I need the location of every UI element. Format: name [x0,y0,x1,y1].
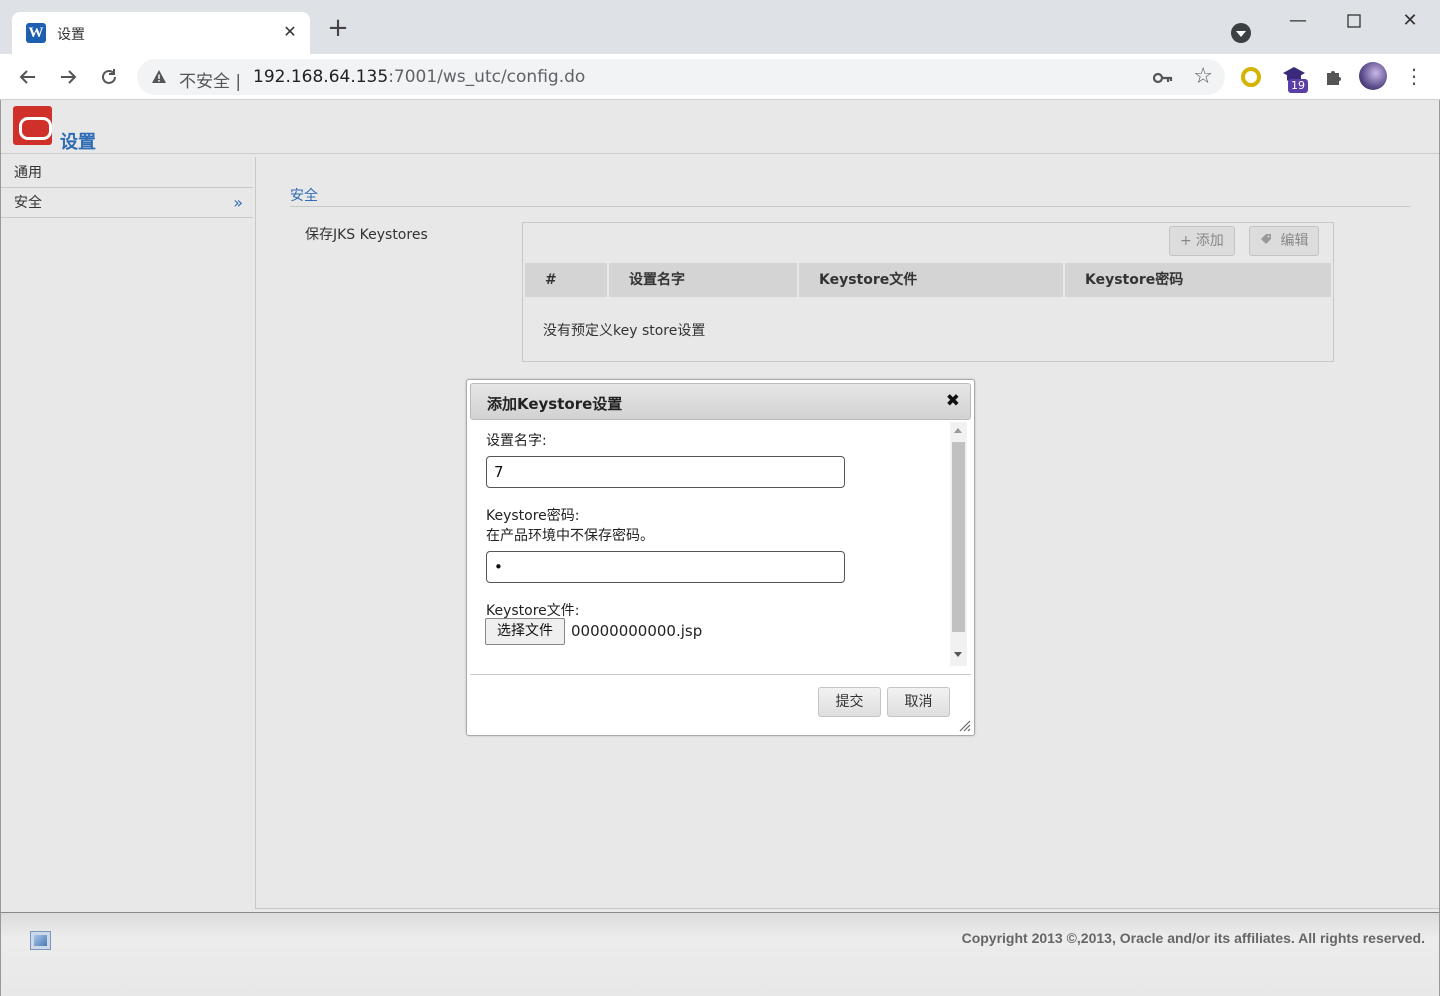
app-header: 设置 [1,100,1439,154]
copyright-text: Copyright 2013 ©,2013, Oracle and/or its… [961,930,1425,946]
scroll-thumb[interactable] [952,442,965,632]
column-header[interactable]: Keystore密码 [1065,263,1331,297]
browser-tab-strip: W 设置 ✕ + — ✕ [0,0,1440,54]
sidebar-item-general[interactable]: 通用 [1,158,253,188]
profile-avatar[interactable] [1359,62,1387,90]
address-bar[interactable]: 不安全 | 192.168.64.135:7001/ws_utc/config.… [137,59,1225,95]
footer: Copyright 2013 ©,2013, Oracle and/or its… [1,912,1439,996]
column-header[interactable]: # [525,263,609,297]
sidebar-item-label: 通用 [14,165,42,181]
add-keystore-dialog: 添加Keystore设置 ✖ 设置名字: 7 Keystore密码: 在产品环境… [466,379,975,736]
cancel-button[interactable]: 取消 [887,687,950,717]
scroll-up-icon[interactable] [954,428,962,433]
insecure-label: 不安全 | [179,72,242,92]
name-input[interactable]: 7 [486,456,845,488]
dialog-title: 添加Keystore设置 [487,395,623,413]
dialog-titlebar[interactable]: 添加Keystore设置 ✖ [470,383,971,420]
forward-icon[interactable] [54,63,82,91]
section-title: 安全 [290,188,318,204]
divider [290,206,1410,207]
choose-file-button[interactable]: 选择文件 [485,618,565,645]
window-close-icon[interactable]: ✕ [1390,6,1430,36]
submit-button[interactable]: 提交 [818,687,881,717]
sidebar-item-security[interactable]: 安全 » [1,188,253,218]
password-label: Keystore密码: [486,508,580,524]
scroll-down-icon[interactable] [954,652,962,657]
tab-search-icon[interactable] [1231,23,1251,43]
warning-icon [152,70,166,83]
column-header[interactable]: Keystore文件 [799,263,1065,297]
keystore-table: + 添加 编辑 # 设置名字 Keystore文件 Keystore密码 没有预定… [522,222,1334,362]
sidebar: 通用 安全 » [1,158,253,218]
reload-icon[interactable] [95,63,123,91]
key-icon[interactable] [1152,67,1173,90]
favicon-icon: W [26,23,46,43]
edit-button[interactable]: 编辑 [1249,226,1320,256]
password-input[interactable]: • [486,551,845,583]
extension-badge: 19 [1288,79,1308,93]
dialog-body: 设置名字: 7 Keystore密码: 在产品环境中不保存密码。 • Keyst… [470,422,952,666]
image-icon[interactable] [30,931,51,950]
puzzle-icon[interactable] [1322,65,1346,89]
close-tab-icon[interactable]: ✕ [282,22,298,41]
column-header[interactable]: 设置名字 [609,263,799,297]
oracle-logo-icon [13,106,52,145]
browser-toolbar: 不安全 | 192.168.64.135:7001/ws_utc/config.… [0,54,1440,100]
url-text: 192.168.64.135:7001/ws_utc/config.do [253,67,585,87]
more-icon[interactable]: ⋮ [1404,64,1424,88]
double-chevron-right-icon: » [233,193,243,212]
scrollbar[interactable] [950,422,967,666]
name-label: 设置名字: [486,433,547,449]
maximize-icon[interactable] [1334,6,1374,36]
dialog-divider [470,674,971,675]
tab-title: 设置 [57,27,85,43]
empty-message: 没有预定义key store设置 [543,323,706,339]
add-button[interactable]: + 添加 [1169,226,1235,256]
url-host: 192.168.64.135 [253,67,389,87]
resize-grip-icon[interactable] [957,718,971,732]
url-path: :7001/ws_utc/config.do [388,67,586,87]
browser-tab[interactable]: W 设置 ✕ [12,12,310,54]
back-icon[interactable] [14,63,42,91]
extension-ring-icon[interactable] [1241,67,1261,87]
table-header: # 设置名字 Keystore文件 Keystore密码 [525,263,1331,297]
keystores-label: 保存JKS Keystores [305,227,428,243]
plus-icon: + [1180,233,1192,249]
page-title: 设置 [60,132,96,153]
file-label: Keystore文件: [486,603,580,619]
password-hint: 在产品环境中不保存密码。 [486,528,654,544]
tag-icon [1260,233,1276,249]
sidebar-item-label: 安全 [14,195,42,211]
star-icon[interactable]: ☆ [1193,64,1213,89]
close-icon[interactable]: ✖ [946,391,960,411]
file-name: 00000000000.jsp [571,622,703,640]
new-tab-button[interactable]: + [326,15,350,41]
minimize-icon[interactable]: — [1278,6,1318,36]
